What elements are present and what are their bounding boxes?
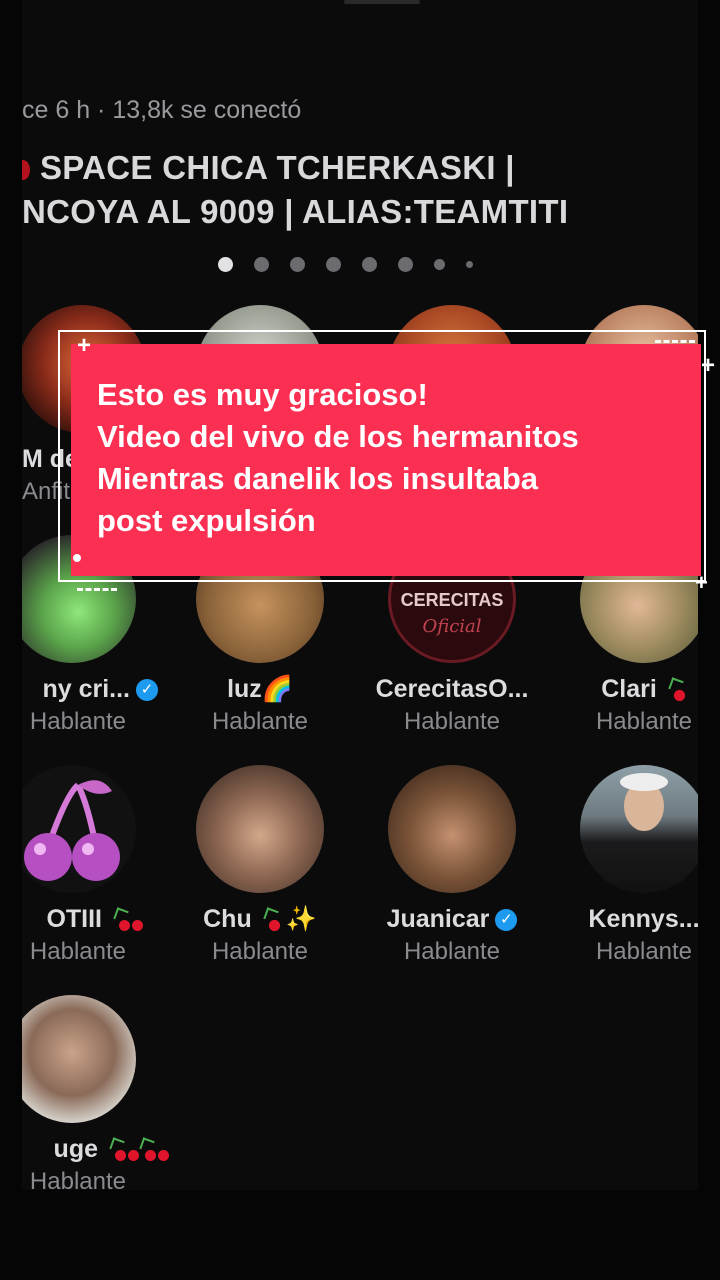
title-line-2: NCOYA AL 9009 | ALIAS:TEAMTITI [22,193,569,230]
page-dot [362,257,377,272]
verified-badge-icon: ✓ [136,679,158,702]
speaker[interactable]: Chu ✨ Hablante [160,765,360,966]
cerecitas-logo-sub: Oficial [422,616,482,637]
speaker-name: uge [22,1135,172,1164]
speaker-name: Chu ✨ [203,905,317,933]
speaker-role: Hablante [29,1168,126,1190]
cherry-icon [102,1137,139,1162]
speaker[interactable]: uge Hablante [22,995,172,1190]
sheet-handle[interactable] [344,0,420,4]
page-dot [326,257,341,272]
cherry-icon [661,677,687,702]
page-indicator[interactable] [218,257,473,272]
caption-line: post expulsión [97,503,316,538]
zigzag-decor [77,588,117,599]
page-dot [466,261,473,268]
speaker-name: OTIII [22,905,172,934]
speaker-name: ny cri... ✓ [22,675,172,704]
speaker-name: Clari [544,675,698,704]
space-recording: ce 6 h · 13,8k se conectó SPACE CHICA TC… [22,0,698,1190]
page-dot-active [218,257,233,272]
avatar [388,765,516,893]
plus-sparkle-icon: + [77,332,92,359]
plus-sparkle-icon: + [701,352,716,379]
speaker-role: Hablante [595,938,693,965]
avatar [22,995,136,1123]
speaker-name: CerecitasO... [375,675,529,703]
speaker-role: Hablante [211,708,309,735]
speaker[interactable]: OTIII Hablante [22,765,172,966]
sparkle-icon: ✨ [285,905,317,933]
avatar [22,765,136,893]
caption-overlay: Esto es muy gracioso! Video del vivo de … [55,330,715,595]
caption-line: Esto es muy gracioso! [97,377,428,412]
dot-decor [73,554,81,562]
page-dot [398,257,413,272]
speaker[interactable]: Juanicar ✓ Hablante [352,765,552,966]
speaker-name: luz🌈 [227,675,293,703]
cherry-icon [106,907,143,932]
zigzag-decor [655,340,695,351]
verified-badge-icon: ✓ [495,909,518,932]
space-title: SPACE CHICA TCHERKASKI | NCOYA AL 9009 |… [22,146,568,234]
speaker-role: Hablante [29,708,126,735]
cherry-icon [132,1137,169,1162]
page-dot [254,257,269,272]
cherries-icon [24,780,120,881]
page-dot [290,257,305,272]
video-frame: ce 6 h · 13,8k se conectó SPACE CHICA TC… [0,0,720,1280]
title-line-1: SPACE CHICA TCHERKASKI | [22,146,568,190]
speaker-role: Hablante [29,938,126,965]
avatar-hair [620,773,668,791]
speaker-role: Hablante [595,708,693,735]
recording-dot-icon [22,160,30,181]
speaker-name: Kennys... [588,905,698,933]
speaker-role: Hablante [403,938,501,965]
space-meta: ce 6 h · 13,8k se conectó [22,96,302,124]
plus-sparkle-icon: + [695,570,708,595]
speaker-name: Juanicar ✓ [352,905,552,934]
speaker-role: Hablante [211,938,309,965]
caption-line: Mientras danelik los insultaba [97,461,539,496]
avatar [580,765,698,893]
avatar [196,765,324,893]
speaker[interactable]: Kennys... Hablante [544,765,698,966]
page-dot [434,259,445,270]
caption-card: Esto es muy gracioso! Video del vivo de … [71,344,701,576]
cherry-icon [256,907,282,932]
caption-line: Video del vivo de los hermanitos [97,419,579,454]
speaker-role: Hablante [403,708,501,735]
caption-text: Esto es muy gracioso! Video del vivo de … [97,374,579,542]
